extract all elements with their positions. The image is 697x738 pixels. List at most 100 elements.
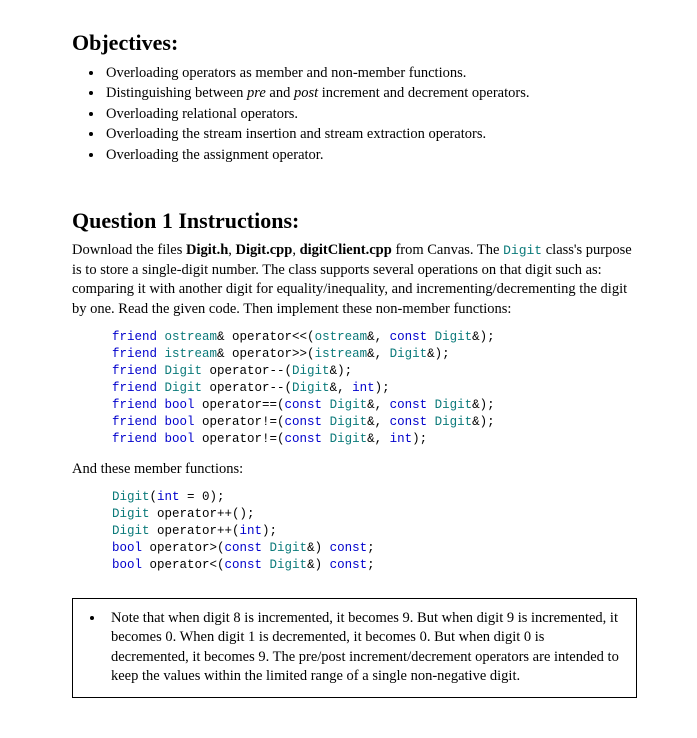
question1-heading: Question 1 Instructions: [72, 206, 637, 236]
code-token: const [225, 558, 270, 572]
code-token: & operator<<( [217, 330, 315, 344]
code-token: &, [367, 330, 390, 344]
em-text: pre [247, 85, 266, 101]
code-token: &, [367, 347, 390, 361]
code-token: int [352, 381, 375, 395]
list-item: Overloading relational operators. [104, 105, 637, 125]
nonmember-code: friend ostream& operator<<(ostream&, con… [112, 329, 637, 447]
note-box: Note that when digit 8 is incremented, i… [72, 598, 637, 698]
code-token: &); [427, 347, 450, 361]
code-token: = 0); [180, 490, 225, 504]
code-token: const [330, 558, 368, 572]
code-token: friend [112, 330, 165, 344]
code-token: operator==( [195, 398, 285, 412]
list-item-text: and [266, 85, 294, 101]
code-token: operator<( [142, 558, 225, 572]
question1-intro: Download the files Digit.h, Digit.cpp, d… [72, 241, 637, 319]
code-token: const [285, 398, 330, 412]
code-token: const [285, 415, 330, 429]
code-token: int [157, 490, 180, 504]
em-text: post [294, 85, 318, 101]
code-token: int [390, 432, 413, 446]
code-token: ostream [315, 330, 368, 344]
code-token: const [390, 415, 435, 429]
list-item: Overloading the assignment operator. [104, 146, 637, 166]
list-item-text: Overloading the stream insertion and str… [106, 126, 486, 142]
code-token: const [390, 398, 435, 412]
code-token: ostream [165, 330, 218, 344]
note-text: Note that when digit 8 is incremented, i… [111, 610, 619, 685]
code-token: operator>( [142, 541, 225, 555]
code-token: operator!=( [195, 415, 285, 429]
code-token: Digit [435, 398, 473, 412]
list-item-text: Overloading the assignment operator. [106, 147, 323, 163]
code-token: &); [472, 330, 495, 344]
code-token: Digit [270, 558, 308, 572]
code-token: bool [112, 541, 142, 555]
code-token: &); [472, 398, 495, 412]
code-token: Digit [435, 415, 473, 429]
code-token: Digit [390, 347, 428, 361]
code-token: Digit [165, 364, 203, 378]
list-item: Overloading the stream insertion and str… [104, 125, 637, 145]
list-item: Overloading operators as member and non-… [104, 64, 637, 84]
code-token: bool [165, 415, 195, 429]
code-token: &) [307, 558, 330, 572]
code-token: int [240, 524, 263, 538]
code-token: bool [165, 432, 195, 446]
code-token: Digit [112, 524, 150, 538]
objectives-list: Overloading operators as member and non-… [86, 64, 637, 166]
code-token: Digit [112, 490, 150, 504]
filename: Digit.h [186, 242, 228, 258]
code-token: Digit [435, 330, 473, 344]
list-item-text: Overloading operators as member and non-… [106, 65, 466, 81]
code-token: &) [307, 541, 330, 555]
code-token: &, [367, 415, 390, 429]
code-token: ( [150, 490, 158, 504]
code-token: Digit [270, 541, 308, 555]
class-name: Digit [503, 243, 542, 258]
list-item-text: increment and decrement operators. [318, 85, 529, 101]
note-item: Note that when digit 8 is incremented, i… [105, 609, 622, 687]
code-token: friend [112, 398, 165, 412]
intro-text: , [228, 242, 235, 258]
code-token: const [390, 330, 435, 344]
code-token: ); [375, 381, 390, 395]
code-token: operator++( [150, 524, 240, 538]
code-token: operator--( [202, 381, 292, 395]
code-token: Digit [292, 381, 330, 395]
code-token: bool [165, 398, 195, 412]
code-token: ; [367, 558, 375, 572]
code-token: const [225, 541, 270, 555]
code-token: &); [330, 364, 353, 378]
code-token: Digit [330, 432, 368, 446]
intro-text: , [292, 242, 299, 258]
intro-text: from Canvas. The [392, 242, 503, 258]
code-token: Digit [165, 381, 203, 395]
code-token: Digit [330, 415, 368, 429]
code-token: istream [315, 347, 368, 361]
code-token: ); [412, 432, 427, 446]
code-token: operator!=( [195, 432, 285, 446]
code-token: const [285, 432, 330, 446]
code-token: bool [112, 558, 142, 572]
objectives-heading: Objectives: [72, 28, 637, 58]
member-intro: And these member functions: [72, 460, 637, 480]
code-token: &, [367, 432, 390, 446]
code-token: friend [112, 364, 165, 378]
code-token: istream [165, 347, 218, 361]
code-token: &, [367, 398, 390, 412]
filename: Digit.cpp [236, 242, 293, 258]
code-token: const [330, 541, 368, 555]
code-token: &); [472, 415, 495, 429]
intro-text: Download the files [72, 242, 186, 258]
filename: digitClient.cpp [300, 242, 392, 258]
code-token: operator--( [202, 364, 292, 378]
list-item: Distinguishing between pre and post incr… [104, 84, 637, 104]
list-item-text: Overloading relational operators. [106, 106, 298, 122]
code-token: friend [112, 381, 165, 395]
code-token: Digit [112, 507, 150, 521]
code-token: friend [112, 415, 165, 429]
member-code: Digit(int = 0); Digit operator++(); Digi… [112, 489, 637, 573]
code-token: & operator>>( [217, 347, 315, 361]
